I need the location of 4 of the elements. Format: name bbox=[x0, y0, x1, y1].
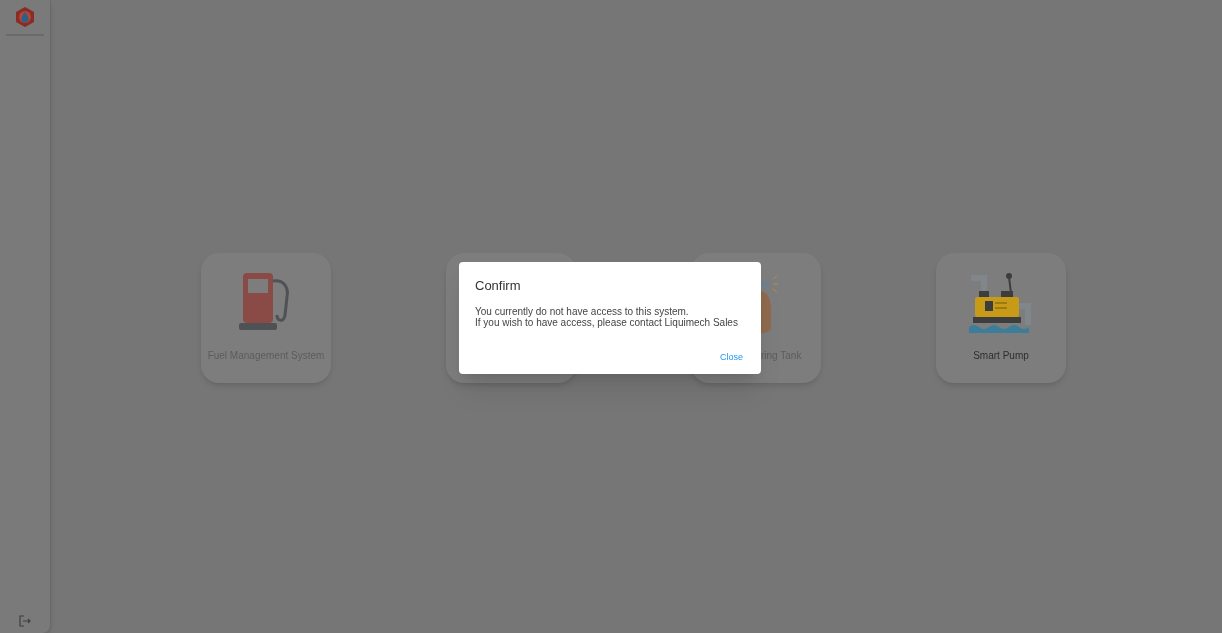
card-label: Smart Pump bbox=[973, 349, 1029, 363]
dialog-title: Confirm bbox=[475, 279, 522, 292]
dialog-message: If you wish to have access, please contact Liquimech Sales bbox=[475, 317, 739, 328]
dialog-message: You currently do not have access to this system. bbox=[475, 306, 689, 317]
